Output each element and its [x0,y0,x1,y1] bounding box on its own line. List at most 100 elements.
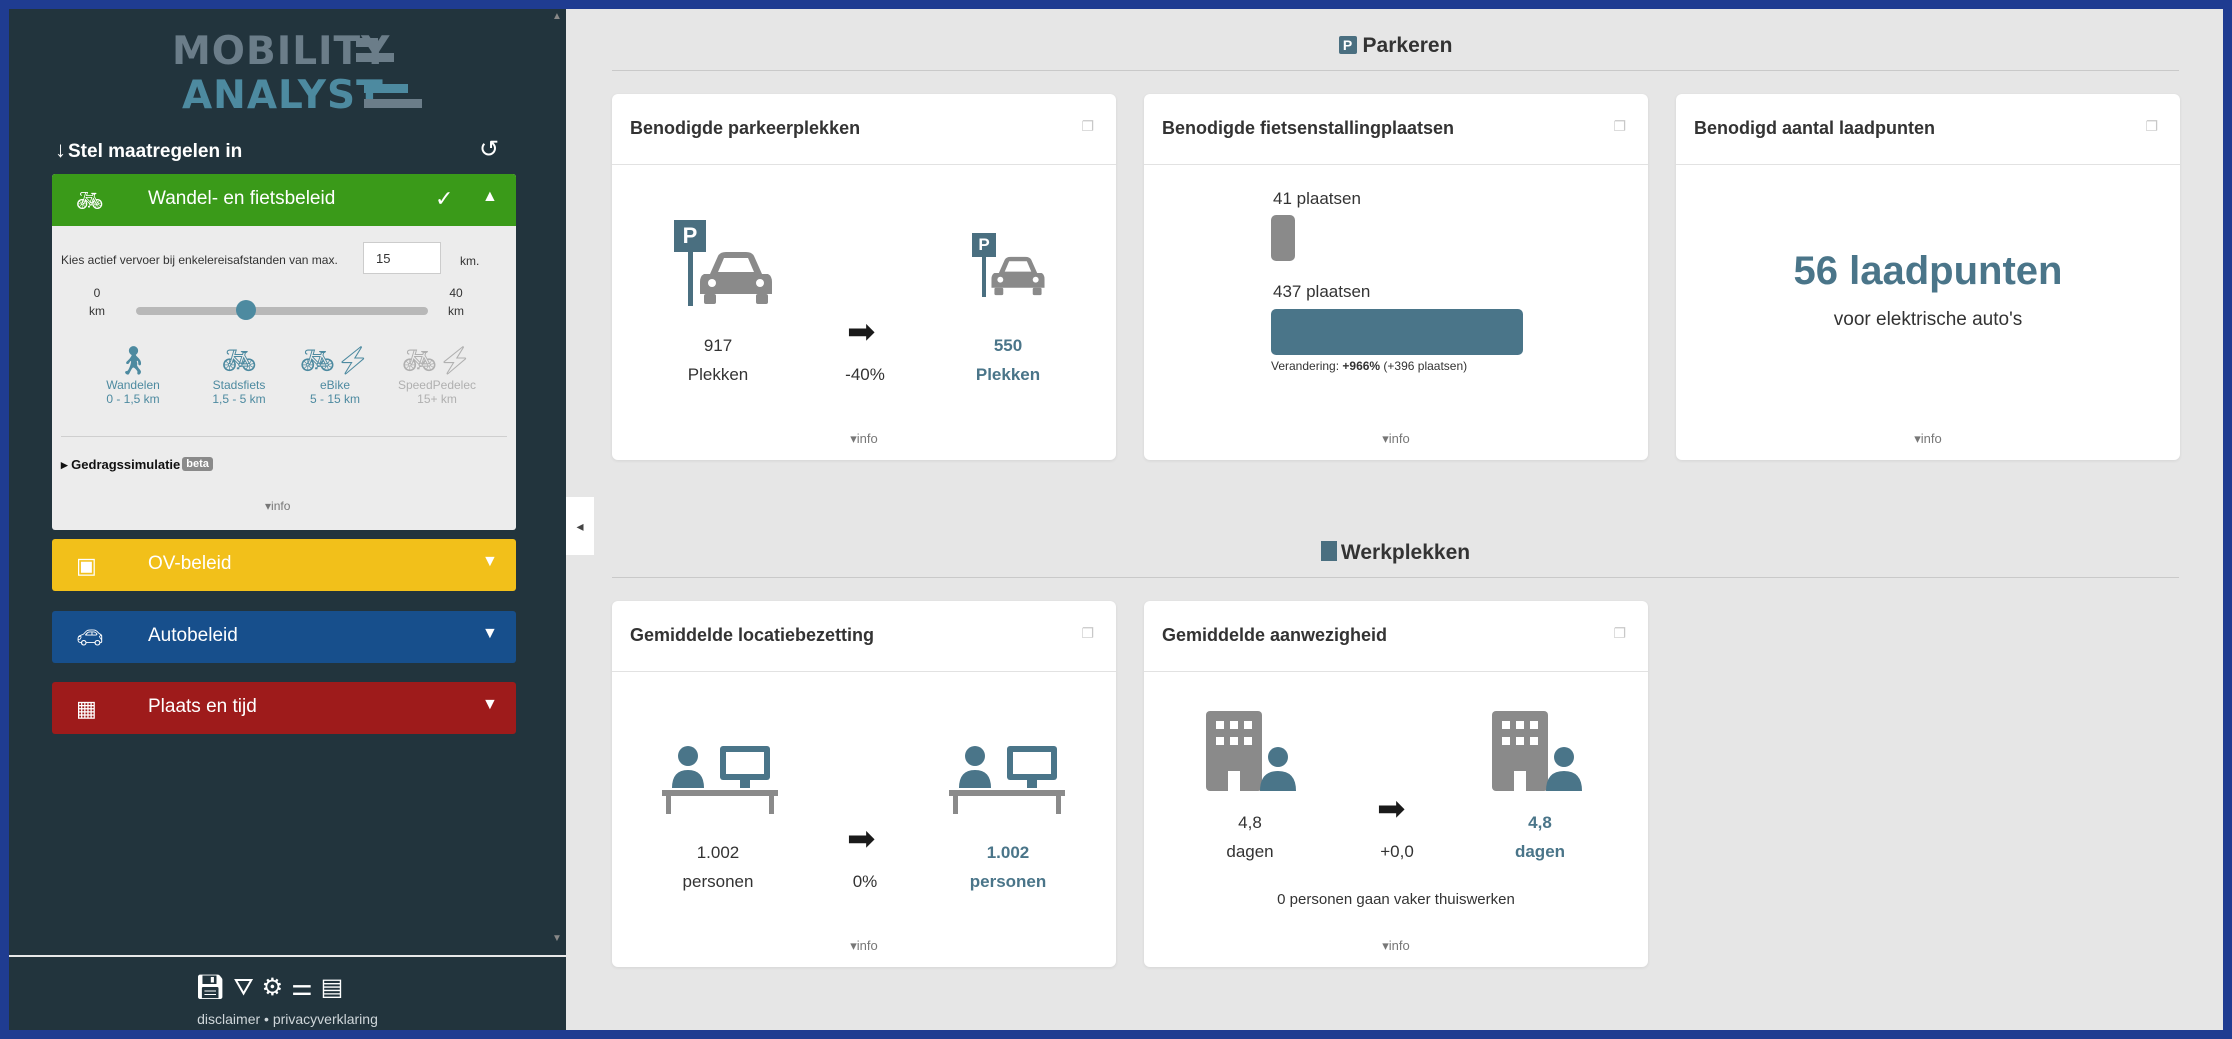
info-label: info [856,431,878,446]
distance-slider-track[interactable] [136,307,428,315]
ebike-icon: 🚲︎⚡︎ [299,345,371,376]
caret-down-icon[interactable]: ▼ [482,625,498,643]
auto-header[interactable]: 🚗︎ Autobeleid ▼ [52,611,516,663]
mode-wandelen: 🚶︎ Wandelen 0 - 1,5 km [88,344,178,406]
before-block: 1.002 personen [658,838,778,896]
info-label: info [271,499,291,513]
scroll-up-icon[interactable]: ▲ [552,11,562,22]
copy-icon[interactable]: ❐ [1613,118,1626,135]
after-unit: personen [969,872,1047,891]
distance-slider-thumb[interactable] [235,300,256,320]
info-toggle[interactable]: ▾info [1144,431,1648,447]
slider-max: 40 [449,286,463,300]
gedrag-label: Gedragssimulatie [71,457,181,472]
card-title: Benodigde fietsenstallingplaatsen [1162,118,1455,138]
slider-min: 0 [93,286,101,300]
parking-sign: P [972,233,996,257]
info-toggle[interactable]: ▾info [1676,431,2180,447]
change-pct: +966% [1342,359,1381,373]
mode-name: SpeedPedelec [397,378,477,392]
change-value: +0,0 [1380,842,1414,861]
car-icon [991,256,1045,296]
copy-icon[interactable]: ❐ [1081,625,1094,642]
walking-icon: 🚶︎ [115,345,151,376]
plaats-header[interactable]: ▦ Plaats en tijd ▼ [52,682,516,734]
card-parkeerplekken: Benodigde parkeerplekken ❐ P 917 Plekken… [612,94,1116,460]
info-toggle[interactable]: ▾info [1144,938,1648,954]
after-value: 4,8 [1528,813,1552,832]
slider-max-unit: km [448,304,464,318]
collapse-sidebar-button[interactable]: ◂ [566,497,594,555]
footer-icons: 💾︎⛛⚙︎⚌▤ [195,973,351,1002]
save-icon[interactable]: 💾︎ [195,974,233,1001]
logo-line1: MOBILITY [172,29,391,74]
before-block: 917 Plekken [658,331,778,389]
building-icon [1320,541,1337,561]
info-toggle[interactable]: ▾info [612,938,1116,954]
speedpedelec-icon: 🚲︎⚡︎ [401,345,473,376]
auto-label: Autobeleid [148,625,238,646]
big-bar-label: 437 plaatsen [1273,282,1371,301]
plaats-label: Plaats en tijd [148,696,257,717]
card-divider [1144,164,1648,165]
scroll-down-icon[interactable]: ▼ [552,933,562,944]
copy-icon[interactable]: ❐ [1613,625,1626,642]
caret-right-icon: ▸ [61,457,68,472]
car-icon [700,252,772,304]
mode-range: 5 - 15 km [309,392,360,406]
after-block: 550 Plekken [948,331,1068,389]
building-person-icon [1206,711,1296,791]
mode-name: Wandelen [106,378,160,392]
footer-links[interactable]: disclaimer • privacyverklaring [9,1011,566,1027]
caret-down-icon[interactable]: ▼ [482,553,498,571]
card-laadpunten: Benodigd aantal laadpunten ❐ 56 laadpunt… [1676,94,2180,460]
mode-stadsfiets: 🚲︎ Stadsfiets 1,5 - 5 km [194,344,284,406]
kies-text: Kies actief vervoer bij enkelereisafstan… [61,253,338,267]
card-title: Benodigd aantal laadpunten [1694,118,1936,138]
filter-icon[interactable]: ⛛ [233,974,261,1001]
copy-icon[interactable]: ❐ [2145,118,2158,135]
mode-range: 1,5 - 5 km [212,392,266,406]
sliders-icon[interactable]: ⚌ [291,974,321,1001]
auto-panel[interactable]: 🚗︎ Autobeleid ▼ [52,611,516,663]
plaats-panel[interactable]: ▦ Plaats en tijd ▼ [52,682,516,734]
logo-line2: ANALYST [182,73,384,118]
mode-range: 15+ km [417,392,457,406]
slider-min-unit: km [89,304,105,318]
building-person-icon [1492,711,1582,791]
card-divider [612,671,1116,672]
after-unit: dagen [1514,842,1566,861]
gedrag-toggle[interactable]: ▸ Gedragssimulatie beta [61,457,213,473]
caret-down-icon[interactable]: ▼ [482,696,498,714]
book-icon[interactable]: ▤ [321,974,352,1001]
card-title: Gemiddelde aanwezigheid [1162,625,1388,645]
parking-pole [982,257,986,297]
before-value: 4,8 [1238,813,1262,832]
logo: MOBILITY ANALYST [164,27,422,127]
info-toggle[interactable]: ▾info [265,499,290,513]
laadpunten-value: 56 laadpunten [1793,249,2063,293]
arrow-right-icon: ➡ [847,313,876,351]
copy-icon[interactable]: ❐ [1081,118,1094,135]
arrow-down-icon: ↓ [55,137,66,162]
km-input[interactable]: 15 [363,242,441,274]
parking-sign: P [674,220,706,252]
reset-icon[interactable]: ↺ [479,135,499,164]
logo-bar [364,99,422,108]
mode-range: 0 - 1,5 km [106,392,160,406]
info-toggle[interactable]: ▾info [612,431,1116,447]
check-icon: ✓ [435,186,454,211]
ov-header[interactable]: ▣ OV-beleid ▼ [52,539,516,591]
sidebar-footer: 💾︎⛛⚙︎⚌▤ disclaimer • privacyverklaring [9,955,566,1030]
divider [61,436,507,437]
card-divider [1676,164,2180,165]
beta-badge: beta [182,457,213,471]
mode-name: eBike [319,378,351,392]
after-block: 1.002 personen [948,838,1068,896]
gear-icon[interactable]: ⚙︎ [262,974,292,1001]
caret-up-icon[interactable]: ▲ [482,188,498,206]
ov-panel[interactable]: ▣ OV-beleid ▼ [52,539,516,591]
walkbike-header[interactable]: 🚲︎ Wandel- en fietsbeleid ✓ ▲ [52,174,516,226]
km-unit: km. [460,254,480,268]
logo-bar [356,53,394,62]
